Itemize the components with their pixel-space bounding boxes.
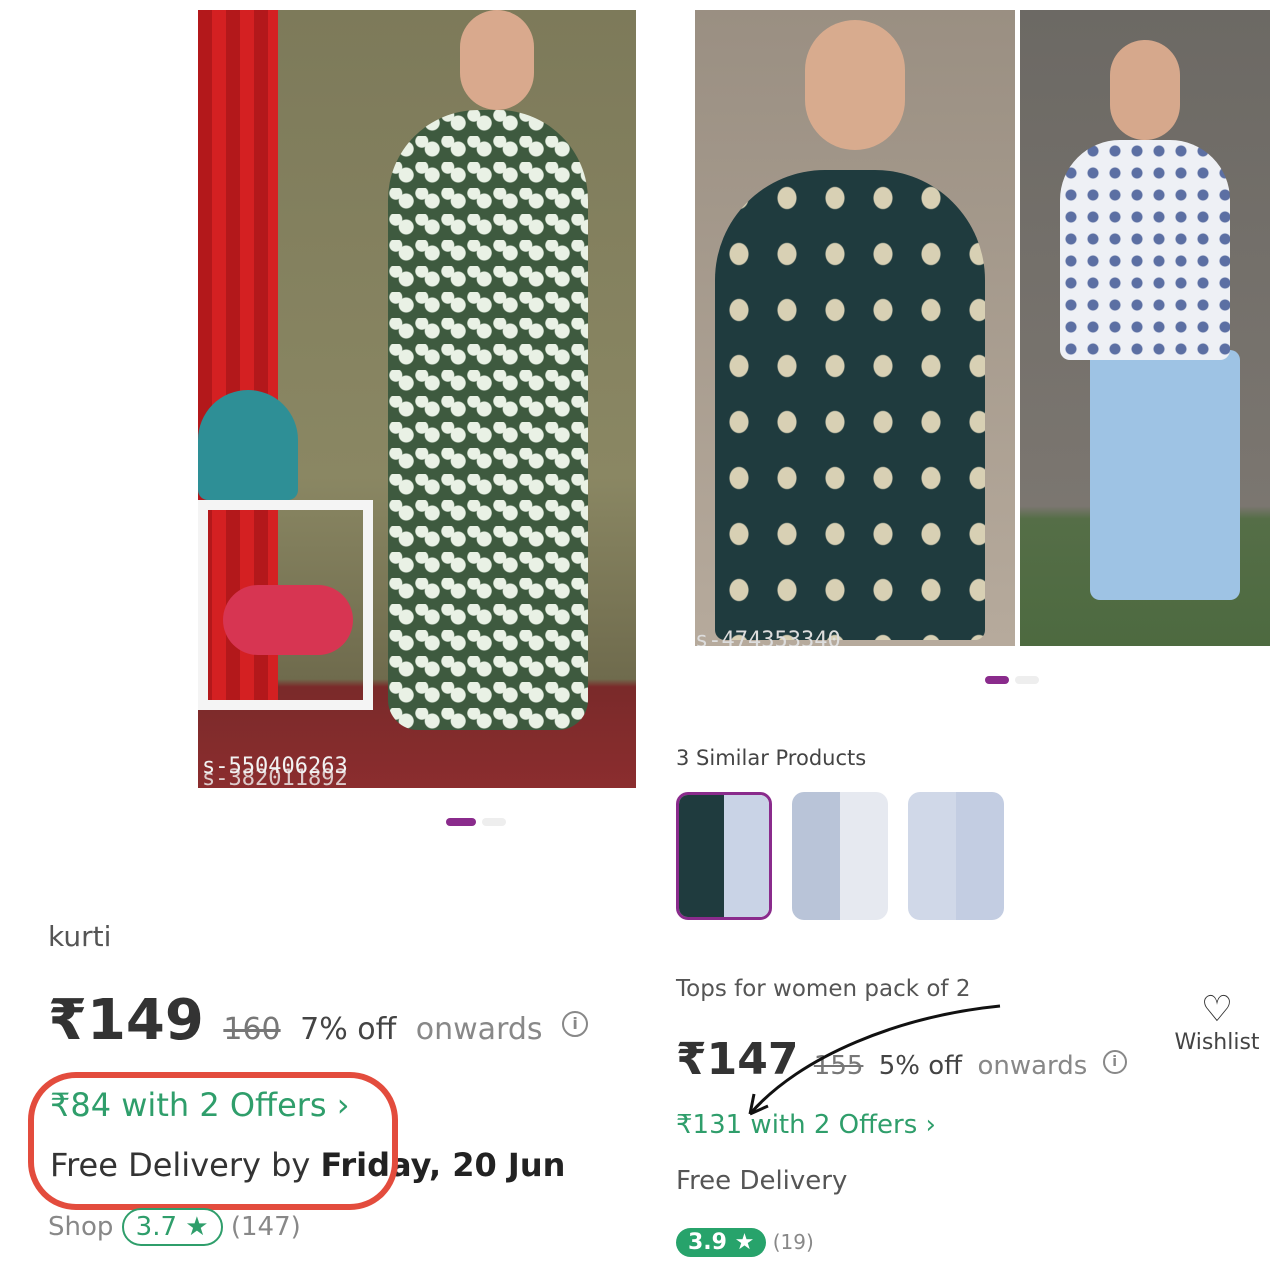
info-icon[interactable]: i xyxy=(562,1010,589,1037)
annotation-arrow xyxy=(748,1004,1001,1116)
similar-product-thumb-3[interactable] xyxy=(908,792,1004,920)
carousel-dot-active[interactable] xyxy=(446,818,476,826)
similar-products-title: 3 Similar Products xyxy=(676,746,867,770)
left-onwards: onwards xyxy=(415,1012,543,1047)
wishlist-label: Wishlist xyxy=(1174,1030,1260,1055)
model-jeans xyxy=(1090,350,1240,600)
carousel-dot[interactable] xyxy=(482,818,506,826)
left-image-carousel-dots[interactable] xyxy=(446,818,506,826)
similar-product-thumb-2[interactable] xyxy=(792,792,888,920)
heart-icon: ♡ xyxy=(1200,989,1234,1030)
right-delivery: Free Delivery xyxy=(676,1166,848,1196)
left-rating-badge[interactable]: 3.7 ★ xyxy=(121,1208,223,1246)
similar-product-thumb-1[interactable] xyxy=(676,792,772,920)
left-price-row: ₹149 160 7% off onwards i xyxy=(48,988,589,1053)
right-product-image-2[interactable] xyxy=(1020,10,1270,646)
model-head xyxy=(460,10,534,110)
wishlist-button[interactable]: ♡ Wishlist xyxy=(1172,989,1262,1056)
carousel-dot[interactable] xyxy=(1015,676,1039,684)
model-top xyxy=(1060,140,1230,360)
model-head xyxy=(1110,40,1180,140)
left-price: ₹149 xyxy=(48,988,204,1053)
left-product-image[interactable]: s-550406263 s-382011892 xyxy=(198,10,636,788)
highlight-circle xyxy=(28,1072,398,1210)
right-rating-count: (19) xyxy=(772,1230,814,1254)
flowers-graphic xyxy=(223,585,353,655)
model-head xyxy=(805,20,905,150)
left-rating-row: Shop 3.7 ★ (147) xyxy=(48,1208,301,1246)
sku-overlay-label: s-382011892 xyxy=(202,766,348,788)
left-product-name: kurti xyxy=(48,920,112,953)
model-outfit xyxy=(388,110,588,730)
vase-graphic xyxy=(198,390,298,500)
left-mrp: 160 xyxy=(223,1012,281,1047)
left-rating-count: (147) xyxy=(230,1212,301,1242)
right-rating-badge[interactable]: 3.9 ★ xyxy=(676,1228,767,1257)
carousel-dot-active[interactable] xyxy=(985,676,1009,684)
model-kurti xyxy=(715,170,985,640)
right-product-image-1[interactable]: s-474353340 xyxy=(695,10,1015,646)
info-icon[interactable]: i xyxy=(1102,1050,1127,1074)
right-rating-row: 3.9 ★ (19) xyxy=(676,1228,814,1257)
sku-label: s-474353340 xyxy=(695,628,841,646)
right-image-carousel-dots[interactable] xyxy=(985,676,1039,684)
left-discount: 7% off xyxy=(300,1012,397,1047)
shop-label: Shop xyxy=(48,1212,114,1242)
